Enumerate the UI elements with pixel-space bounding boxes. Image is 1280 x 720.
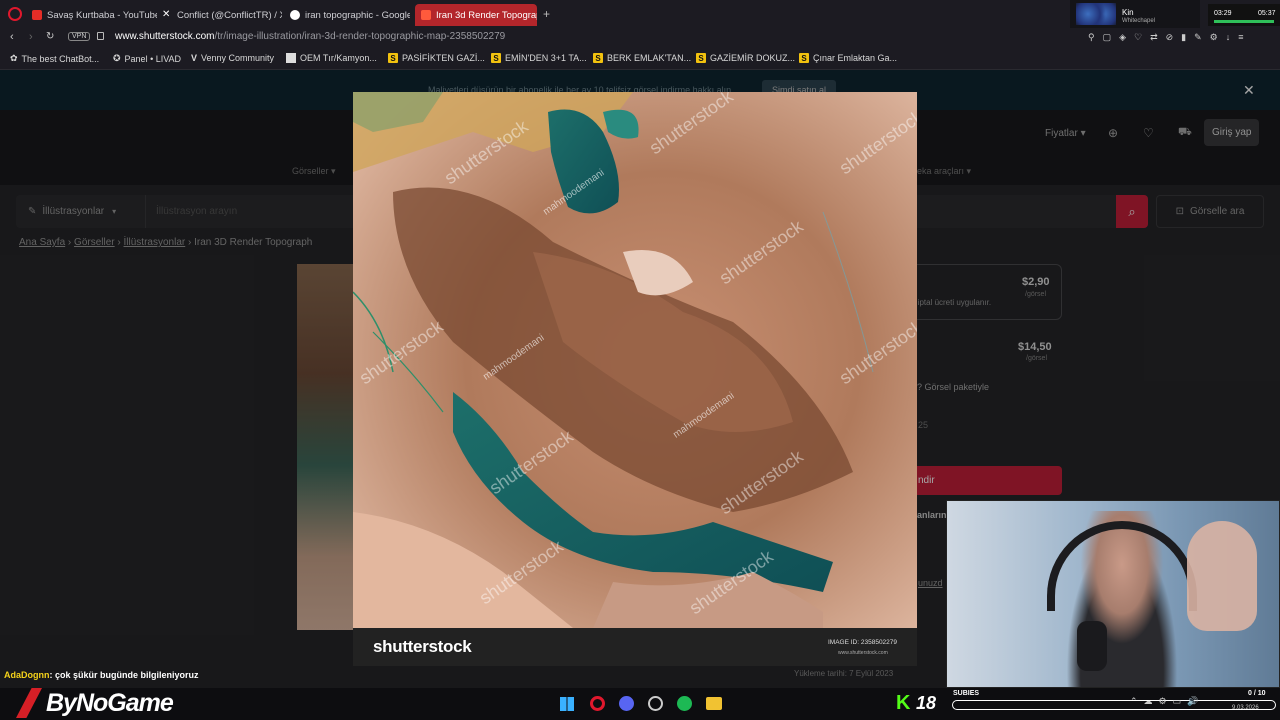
globe-icon: ✿ <box>10 53 18 63</box>
iran-topographic-map-image <box>353 92 917 628</box>
sub-count: 0 / 10 <box>1248 690 1266 697</box>
bynogame-logo-icon <box>16 688 42 718</box>
bookmark-oem[interactable]: OEM Tır/Kamyon... <box>286 53 377 63</box>
lock-icon <box>97 32 104 40</box>
sahibinden-icon: S <box>593 53 603 63</box>
url-text[interactable]: www.shutterstock.com/tr/image-illustrati… <box>115 31 505 42</box>
obs-icon[interactable] <box>648 696 663 711</box>
kick-icon: K <box>896 692 911 714</box>
streamer-name: Kin <box>1122 8 1134 17</box>
bookmark-label: The best ChatBot... <box>21 53 100 64</box>
timer-left: 03:29 <box>1214 10 1232 17</box>
microphone <box>1077 621 1107 671</box>
bookmark-label: OEM Tır/Kamyon... <box>300 53 377 63</box>
venny-icon: V <box>191 53 198 63</box>
chat-message: : çok şükür bugünde bilgileniyoruz <box>49 670 199 680</box>
kick-viewer-count: 18 <box>916 693 937 713</box>
windows-start-icon[interactable] <box>560 697 574 711</box>
bookmark-venny[interactable]: V Venny Community <box>191 53 274 63</box>
image-lightbox: shutterstock shutterstock shutterstock s… <box>353 92 917 666</box>
address-bar: ‹ › ↻ VPN www.shutterstock.com/tr/image-… <box>0 28 1280 48</box>
reload-icon[interactable]: ↻ <box>46 31 54 42</box>
new-tab-button[interactable]: + <box>543 7 550 21</box>
bookmark-sahibinden-3[interactable]: S BERK EMLAK'TAN... <box>593 53 691 63</box>
folder-icon[interactable] <box>706 697 722 710</box>
bookmark-sahibinden-2[interactable]: S EMİN'DEN 3+1 TA... <box>491 53 587 63</box>
sahibinden-icon: S <box>388 53 398 63</box>
sahibinden-icon: S <box>799 53 809 63</box>
tab-label: Iran 3d Render Topograph <box>436 9 537 21</box>
opera-logo-icon[interactable] <box>8 7 22 21</box>
bookmark-label: GAZİEMİR DOKUZ... <box>710 53 796 63</box>
tab-shutterstock[interactable]: Iran 3d Render Topograph <box>415 4 537 26</box>
sahibinden-icon: S <box>491 53 501 63</box>
timer-progress-bar <box>1214 20 1274 23</box>
sahibinden-icon: S <box>696 53 706 63</box>
subies-progress-bar <box>952 700 1276 710</box>
forward-icon[interactable]: › <box>29 31 33 43</box>
raised-hand <box>1187 521 1257 631</box>
bookmark-label: BERK EMLAK'TAN... <box>607 53 692 63</box>
system-tray-icons[interactable]: ⌃☁⚙▭🔊 <box>1130 696 1204 707</box>
bookmark-label: EMİN'DEN 3+1 TA... <box>505 53 587 63</box>
extension-icons[interactable]: ⚲▢◈♡⇄⊘▮✎⚙↓≡ <box>1088 32 1251 43</box>
subies-label: SUBIES <box>953 690 980 697</box>
back-icon[interactable]: ‹ <box>10 31 14 43</box>
bookmark-label: Venny Community <box>201 53 275 63</box>
spotify-icon[interactable] <box>677 696 692 711</box>
discord-icon[interactable] <box>619 696 634 711</box>
image-id: IMAGE ID: 2358502279 <box>828 639 898 646</box>
taskbar: ByNoGame K 18 SUBIES 0 / 10 ⌃☁⚙▭🔊 9.03.2… <box>0 688 1280 720</box>
bookmark-sahibinden-5[interactable]: S Çınar Emlaktan Ga... <box>799 53 897 63</box>
bookmark-chatbot[interactable]: ✿ The best ChatBot... <box>10 53 99 64</box>
tab-x[interactable]: ✕ Conflict (@ConflictTR) / X <box>162 4 282 26</box>
tab-label: iran topographic - Google <box>305 9 410 21</box>
bookmark-sahibinden-1[interactable]: S PASİFİKTEN GAZİ... <box>388 53 485 63</box>
chat-line: AdaDognn: çok şükür bugünde bilgileniyor… <box>4 670 199 680</box>
browser-tab-bar: Savaş Kurtbaba - YouTube ✕ Conflict (@Co… <box>0 0 1280 28</box>
shutterstock-icon <box>421 10 431 20</box>
bynogame-brand: ByNoGame <box>46 689 174 717</box>
url-path: /tr/image-illustration/iran-3d-render-to… <box>214 31 506 42</box>
panel-icon: ✪ <box>113 53 121 63</box>
bookmark-label: Panel • LIVAD <box>124 53 182 64</box>
clock-date: 9.03.2026 <box>1232 705 1259 711</box>
lightbox-footer: shutterstock IMAGE ID: 2358502279 www.sh… <box>353 628 917 666</box>
tab-label: Savaş Kurtbaba - YouTube <box>47 9 157 21</box>
tab-google[interactable]: iran topographic - Google <box>290 4 410 26</box>
bookmark-label: Çınar Emlaktan Ga... <box>813 53 898 63</box>
stream-timer-widget: 03:29 05:37 <box>1208 4 1280 26</box>
alien-avatar-icon <box>1076 3 1116 25</box>
bookmark-sahibinden-4[interactable]: S GAZİEMİR DOKUZ... <box>696 53 795 63</box>
bookmark-livad[interactable]: ✪ Panel • LIVAD <box>113 53 181 64</box>
google-icon <box>290 10 300 20</box>
stream-alert-widget: Kin Whitechapel <box>1070 0 1200 28</box>
x-icon: ✕ <box>162 9 171 20</box>
site-url: www.shutterstock.com <box>838 650 888 656</box>
timer-right: 05:37 <box>1258 10 1276 17</box>
shutterstock-logo: shutterstock <box>373 637 472 656</box>
url-host: www.shutterstock.com <box>115 31 215 42</box>
oem-icon <box>286 53 296 63</box>
tab-label: Conflict (@ConflictTR) / X <box>177 9 282 21</box>
webcam-feed <box>946 500 1280 688</box>
tab-youtube[interactable]: Savaş Kurtbaba - YouTube <box>32 4 157 26</box>
chat-username: AdaDognn <box>4 670 50 680</box>
vpn-badge[interactable]: VPN <box>68 32 91 41</box>
bookmarks-bar: ✿ The best ChatBot... ✪ Panel • LIVAD V Ven… <box>0 48 1280 70</box>
youtube-icon <box>32 10 42 20</box>
bookmark-label: PASİFİKTEN GAZİ... <box>402 53 485 63</box>
streamer-sub: Whitechapel <box>1122 18 1156 24</box>
opera-taskbar-icon[interactable] <box>590 696 605 711</box>
